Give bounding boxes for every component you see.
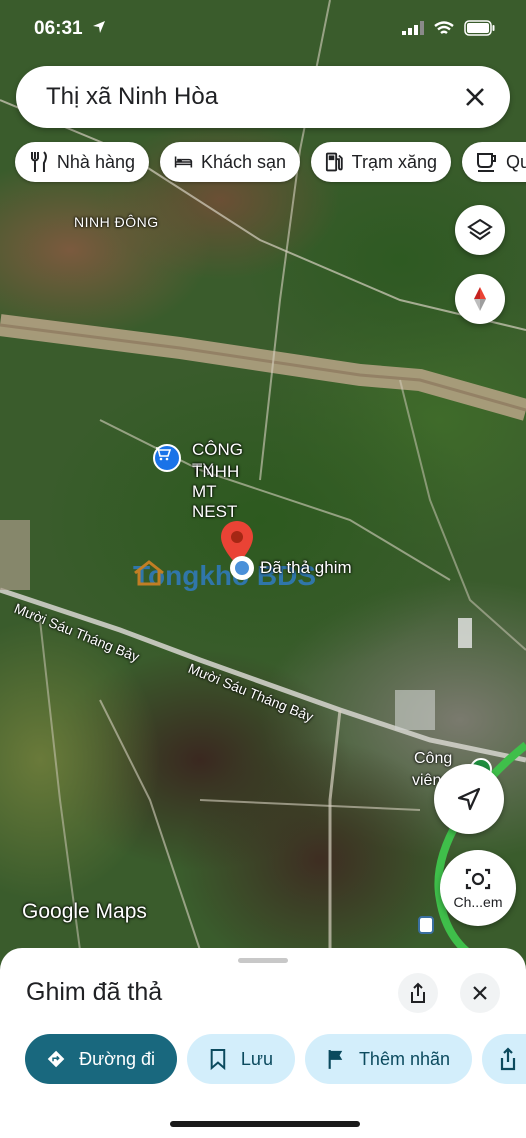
flag-icon [328, 1050, 343, 1069]
status-icons [402, 20, 496, 36]
action-label: Đường đi [79, 1048, 155, 1069]
share-icon [411, 982, 425, 1003]
my-location-button[interactable] [434, 764, 504, 834]
navigation-arrow-icon [457, 787, 481, 811]
save-button[interactable]: Lưu [187, 1034, 295, 1084]
home-indicator[interactable] [170, 1121, 360, 1127]
pin-marker-label[interactable]: Đã thả ghim [230, 556, 352, 580]
chip-label: Nhà hàng [56, 151, 135, 172]
chip-label: Qu [506, 151, 526, 172]
close-icon [473, 986, 487, 1000]
bookmark-icon [210, 1049, 226, 1071]
google-maps-logo: Google Maps [22, 900, 147, 923]
share-action-button[interactable] [482, 1034, 526, 1084]
status-time: 06:31 [34, 18, 106, 40]
chip-label: Trạm xăng [351, 151, 437, 172]
house-logo-icon [134, 560, 164, 586]
sheet-grabber[interactable] [238, 958, 288, 963]
sheet-title: Ghim đã thả [26, 978, 163, 1006]
location-arrow-icon [92, 18, 106, 40]
wifi-icon [434, 20, 454, 34]
coffee-cup-icon [477, 153, 496, 172]
close-sheet-button[interactable] [460, 973, 500, 1013]
pin-label: Đã thả ghim [260, 558, 352, 577]
bed-icon [174, 156, 193, 168]
park-label-line1: Công [414, 750, 453, 767]
chip-hotels[interactable]: Khách sạn [160, 142, 300, 182]
layers-icon [467, 218, 493, 241]
chip-cafes[interactable]: Qu [462, 142, 526, 182]
action-label: Lưu [240, 1048, 273, 1069]
directions-button[interactable]: Đường đi [25, 1034, 177, 1084]
bus-stop-icon [418, 916, 434, 934]
gas-pump-icon [325, 152, 343, 172]
share-button[interactable] [398, 973, 438, 1013]
close-icon[interactable] [460, 82, 490, 112]
battery-icon [464, 20, 495, 36]
poi-company-name-line2: TNHH MT NEST [192, 462, 240, 521]
share-icon [500, 1047, 516, 1071]
chip-label: Khách sạn [200, 151, 286, 172]
area-label-ninh-dong: NINH ĐÔNG [74, 214, 159, 230]
fork-knife-icon [30, 151, 47, 172]
signal-icon [402, 21, 424, 35]
compass-icon [474, 287, 486, 311]
shopping-cart-icon [153, 444, 181, 472]
search-query[interactable]: Thị xã Ninh Hòa [46, 83, 218, 111]
chip-restaurants[interactable]: Nhà hàng [15, 142, 149, 182]
pin-badge-icon [230, 556, 254, 580]
capture-button[interactable]: Ch...em [440, 850, 516, 926]
add-label-button[interactable]: Thêm nhãn [305, 1034, 472, 1084]
bottom-sheet[interactable]: Ghim đã thả Đường đi Lưu Thêm nhãn [0, 948, 526, 1138]
search-bar[interactable]: Thị xã Ninh Hòa [16, 66, 510, 128]
directions-icon [47, 1050, 65, 1068]
compass-button[interactable] [455, 274, 505, 324]
chip-gas-stations[interactable]: Trạm xăng [311, 142, 451, 182]
category-chips: Nhà hàng Khách sạn Trạm xăng Qu [15, 142, 526, 184]
camera-scan-icon [465, 868, 491, 890]
layers-button[interactable] [455, 205, 505, 255]
capture-label: Ch...em [453, 894, 503, 910]
action-label: Thêm nhãn [358, 1048, 450, 1069]
